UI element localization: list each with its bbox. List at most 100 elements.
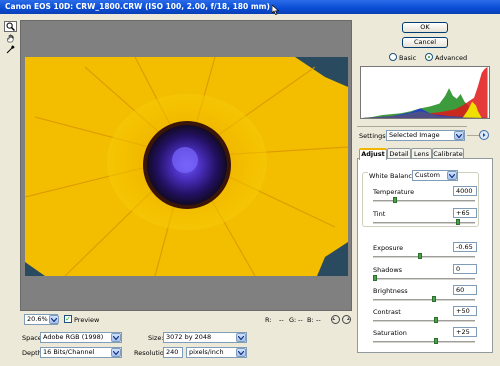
saturation-slider-thumb[interactable] <box>434 338 439 344</box>
rotate-left-icon <box>332 317 335 320</box>
size-select[interactable]: 3072 by 2048 <box>163 332 247 343</box>
window-title: Canon EOS 10D: CRW_1800.CRW (ISO 100, 2.… <box>5 2 270 11</box>
blue-readout-value: -- <box>316 316 321 324</box>
shadows-slider-thumb[interactable] <box>373 275 378 281</box>
white-balance-value: Custom <box>415 171 440 179</box>
saturation-field[interactable]: +25 <box>453 327 477 337</box>
histogram <box>360 66 490 119</box>
basic-mode-radio[interactable] <box>389 53 397 61</box>
rotate-right-icon <box>347 317 350 320</box>
space-dropdown-button[interactable] <box>111 333 121 342</box>
tab-calibrate-label: Calibrate <box>433 150 463 158</box>
tint-slider[interactable] <box>373 222 475 224</box>
play-arrow-icon <box>483 133 486 137</box>
temperature-label: Temperature <box>373 188 415 196</box>
tab-adjust[interactable]: Adjust <box>359 148 387 160</box>
zoom-dropdown-button[interactable] <box>49 315 59 324</box>
cancel-button[interactable]: Cancel <box>402 37 448 48</box>
saturation-label: Saturation <box>373 329 407 337</box>
ok-button-label: OK <box>420 23 430 31</box>
temperature-slider[interactable] <box>373 200 475 202</box>
settings-value: Selected Image <box>389 131 440 139</box>
zoom-level-value: 20.6% <box>27 315 48 323</box>
exposure-slider-thumb[interactable] <box>417 253 422 259</box>
settings-select[interactable]: Selected Image <box>386 130 465 141</box>
tint-field[interactable]: +65 <box>453 208 477 218</box>
temperature-value: 4000 <box>456 187 473 195</box>
cancel-button-label: Cancel <box>413 38 437 46</box>
image-preview[interactable] <box>20 20 352 311</box>
settings-label: Settings: <box>359 132 388 140</box>
size-value: 3072 by 2048 <box>166 333 212 341</box>
depth-dropdown-button[interactable] <box>111 348 121 357</box>
resolution-unit-select[interactable]: pixels/inch <box>186 347 247 358</box>
chevron-down-icon <box>51 317 57 322</box>
red-readout-value: -- <box>279 316 284 324</box>
white-balance-dropdown-button[interactable] <box>447 171 457 180</box>
space-value: Adobe RGB (1998) <box>43 333 104 341</box>
hand-tool-button[interactable] <box>4 33 17 44</box>
basic-mode-label: Basic <box>399 54 417 62</box>
rotate-right-button[interactable] <box>342 315 351 324</box>
size-dropdown-button[interactable] <box>236 333 246 342</box>
resolution-value: 240 <box>166 348 179 356</box>
green-readout-label: G: <box>289 316 297 324</box>
brightness-field[interactable]: 60 <box>453 285 477 295</box>
exposure-slider[interactable] <box>373 256 475 258</box>
shadows-value: 0 <box>456 265 461 273</box>
white-balance-select[interactable]: Custom <box>412 170 458 181</box>
tab-adjust-label: Adjust <box>361 150 385 158</box>
magnifier-icon <box>6 22 15 31</box>
chevron-down-icon <box>113 350 119 355</box>
exposure-label: Exposure <box>373 244 404 252</box>
resolution-unit-dropdown-button[interactable] <box>236 348 246 357</box>
contrast-field[interactable]: +50 <box>453 306 477 316</box>
contrast-slider[interactable] <box>373 320 475 322</box>
chevron-down-icon <box>449 173 455 178</box>
depth-value: 16 Bits/Channel <box>43 348 95 356</box>
size-label: Size: <box>148 334 164 342</box>
blue-readout-label: B: <box>307 316 314 324</box>
shadows-slider[interactable] <box>373 278 475 280</box>
temperature-slider-thumb[interactable] <box>393 197 398 203</box>
chevron-down-icon <box>238 335 244 340</box>
mouse-cursor-icon <box>272 5 279 15</box>
preview-checkbox[interactable]: ✓ <box>64 315 72 323</box>
contrast-label: Contrast <box>373 308 401 316</box>
chevron-down-icon <box>113 335 119 340</box>
preview-label: Preview <box>74 316 100 324</box>
temperature-field[interactable]: 4000 <box>453 186 477 196</box>
space-select[interactable]: Adobe RGB (1998) <box>40 332 122 343</box>
chevron-down-icon <box>238 350 244 355</box>
exposure-value: -0.65 <box>456 243 473 251</box>
tab-lens-label: Lens <box>413 150 429 158</box>
ok-button[interactable]: OK <box>402 22 448 33</box>
saturation-slider[interactable] <box>373 341 475 343</box>
brightness-slider-thumb[interactable] <box>432 296 437 302</box>
resolution-unit-value: pixels/inch <box>189 348 224 356</box>
chevron-down-icon <box>456 133 462 138</box>
green-readout-value: -- <box>298 316 303 324</box>
tint-slider-thumb[interactable] <box>455 219 460 225</box>
eyedropper-tool-button[interactable] <box>4 44 17 55</box>
exposure-field[interactable]: -0.65 <box>453 242 477 252</box>
preview-photo <box>25 57 348 276</box>
window-title-bar: Canon EOS 10D: CRW_1800.CRW (ISO 100, 2.… <box>0 0 500 14</box>
shadows-field[interactable]: 0 <box>453 264 477 274</box>
contrast-slider-thumb[interactable] <box>434 317 439 323</box>
contrast-value: +50 <box>456 307 470 315</box>
advanced-mode-label: Advanced <box>435 54 468 62</box>
depth-select[interactable]: 16 Bits/Channel <box>40 347 122 358</box>
settings-menu-button[interactable] <box>479 130 489 140</box>
settings-dropdown-button[interactable] <box>454 131 464 140</box>
shadows-label: Shadows <box>373 266 403 274</box>
advanced-mode-radio[interactable] <box>425 53 433 61</box>
resolution-input[interactable]: 240 <box>163 347 183 358</box>
red-readout-label: R: <box>265 316 272 324</box>
hand-icon <box>7 34 14 43</box>
tint-value: +65 <box>456 209 470 217</box>
brightness-value: 60 <box>456 286 465 294</box>
rotate-left-button[interactable] <box>331 315 340 324</box>
brightness-slider[interactable] <box>373 299 475 301</box>
zoom-tool-button[interactable] <box>4 21 17 32</box>
